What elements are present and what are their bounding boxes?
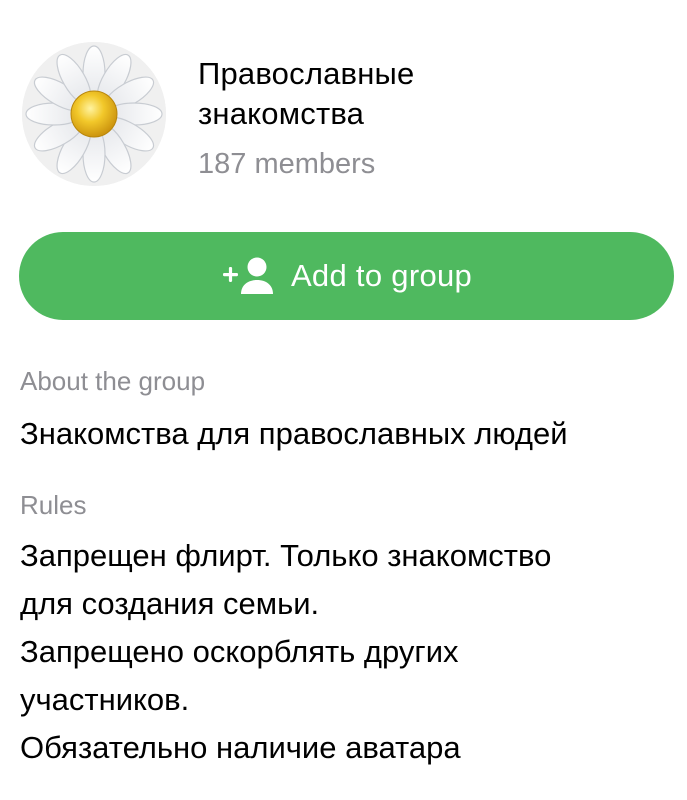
rules-line: для создания семьи. xyxy=(20,586,320,621)
about-heading: About the group xyxy=(20,366,206,396)
rules-line: участников. xyxy=(20,682,190,717)
add-user-icon xyxy=(222,257,273,294)
rules-heading: Rules xyxy=(20,490,87,520)
add-to-group-button[interactable]: Add to group xyxy=(19,232,674,320)
group-title: Православные знакомства xyxy=(198,54,658,134)
group-avatar[interactable] xyxy=(22,42,166,186)
rules-line: Обязательно наличие аватара xyxy=(20,730,461,765)
group-title-line-2: знакомства xyxy=(198,96,365,131)
member-count: 187 members xyxy=(198,148,376,180)
rules-line: Запрещен флирт. Только знакомство xyxy=(20,538,552,573)
about-description: Знакомства для православных людей xyxy=(20,416,568,451)
rules-text: Запрещен флирт. Только знакомство для со… xyxy=(20,532,670,772)
group-title-line-1: Православные xyxy=(198,56,415,91)
daisy-flower-icon xyxy=(22,42,166,186)
add-to-group-label: Add to group xyxy=(290,258,473,293)
rules-line: Запрещено оскорблять других xyxy=(20,634,459,669)
